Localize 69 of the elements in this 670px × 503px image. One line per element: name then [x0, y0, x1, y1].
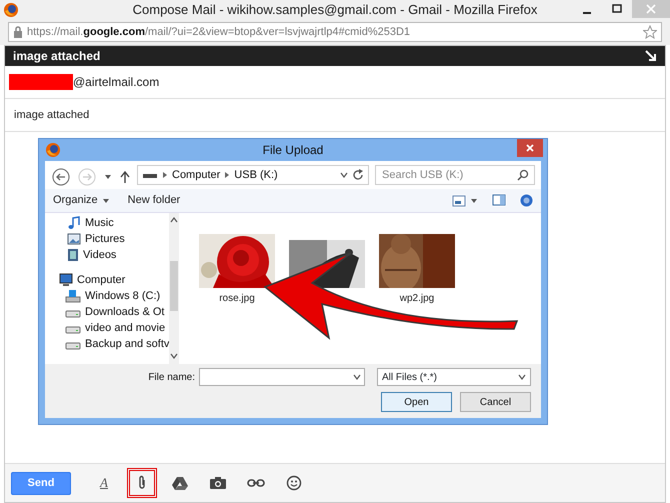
attach-button[interactable]: [127, 468, 157, 498]
address-bar[interactable]: https://mail.google.com/mail/?ui=2&view=btop&ver=lsvjwajrtlp4#cmid%253D1: [8, 22, 662, 42]
breadcrumb-arrow-icon: [162, 171, 168, 179]
help-icon: [520, 194, 533, 207]
breadcrumb[interactable]: USB (K:): [234, 166, 278, 184]
resize-arrow-icon[interactable]: [645, 50, 657, 62]
chevron-down-icon: [518, 373, 526, 381]
nav-item[interactable]: Videos: [45, 247, 122, 263]
file-name[interactable]: wp2.jpg: [400, 291, 434, 306]
minimize-icon: [583, 12, 591, 14]
cancel-button[interactable]: Cancel: [460, 392, 531, 412]
music-note-icon: [67, 216, 81, 230]
compose-title: image attached: [13, 48, 100, 65]
scroll-down-icon: [170, 352, 178, 360]
formatting-button[interactable]: A: [89, 468, 119, 498]
scroll-up-icon: [170, 217, 178, 223]
nav-item[interactable]: Backup and softv: [45, 336, 169, 352]
nav-item[interactable]: Pictures: [45, 231, 131, 247]
nav-item[interactable]: Computer: [45, 272, 132, 288]
chevron-down-icon: [353, 373, 361, 381]
recipient-address: @airtelmail.com: [73, 74, 160, 91]
computer-icon: [57, 273, 73, 287]
nav-item[interactable]: Windows 8 (C:): [45, 288, 166, 304]
breadcrumb[interactable]: Computer: [172, 166, 220, 184]
pictures-icon: [67, 233, 81, 245]
close-button[interactable]: [517, 139, 543, 157]
search-field[interactable]: Search USB (K:): [375, 165, 535, 185]
scrollbar[interactable]: [169, 213, 179, 364]
chevron-down-icon[interactable]: [340, 171, 348, 179]
dropdown-caret-icon: [470, 196, 478, 204]
forward-icon: [77, 166, 97, 187]
new-folder-button[interactable]: New folder: [128, 192, 180, 209]
film-icon: [67, 248, 79, 262]
smiley-icon: [286, 475, 302, 491]
link-icon: [247, 478, 265, 488]
maximize-icon: [612, 4, 622, 14]
windows-drive-icon: [65, 289, 81, 303]
nav-item[interactable]: Music: [45, 215, 120, 231]
paperclip-icon: [137, 475, 147, 491]
file-name[interactable]: rose.jpg: [219, 291, 255, 306]
nav-item[interactable]: video and movie: [45, 320, 169, 336]
view-button[interactable]: [452, 194, 478, 206]
help-button[interactable]: [520, 192, 533, 209]
lock-icon: [13, 26, 23, 38]
close-icon: [646, 4, 656, 14]
dropdown-caret-icon: [102, 196, 110, 204]
search-icon: [517, 169, 529, 181]
back-icon: [51, 166, 71, 187]
breadcrumb-arrow-icon: [224, 171, 230, 179]
firefox-icon: [3, 2, 19, 18]
dropdown-caret-icon: [104, 172, 112, 181]
up-arrow-icon: [120, 170, 130, 183]
organize-menu[interactable]: Organize: [53, 192, 110, 209]
firefox-icon: [45, 142, 61, 158]
field-label: File name:: [148, 370, 195, 384]
address-path-field[interactable]: Computer USB (K:): [137, 165, 369, 185]
camera-icon: [209, 476, 227, 490]
open-button[interactable]: Open: [381, 392, 452, 412]
view-options-icon: [452, 194, 466, 206]
file-name-field[interactable]: [199, 368, 365, 386]
preview-pane-icon: [492, 194, 506, 206]
subject-field[interactable]: image attached: [5, 99, 665, 132]
refresh-icon[interactable]: [352, 169, 364, 181]
dialog-title: File Upload: [262, 142, 324, 159]
window-title: Compose Mail - wikihow.samples@gmail.com - Gmail - Mozilla Firefox: [132, 1, 538, 19]
file-type-select[interactable]: All Files (*.*): [377, 368, 531, 386]
star-icon[interactable]: [643, 25, 657, 39]
nav-item[interactable]: Downloads & Ot: [45, 304, 169, 320]
close-icon: [526, 144, 534, 152]
